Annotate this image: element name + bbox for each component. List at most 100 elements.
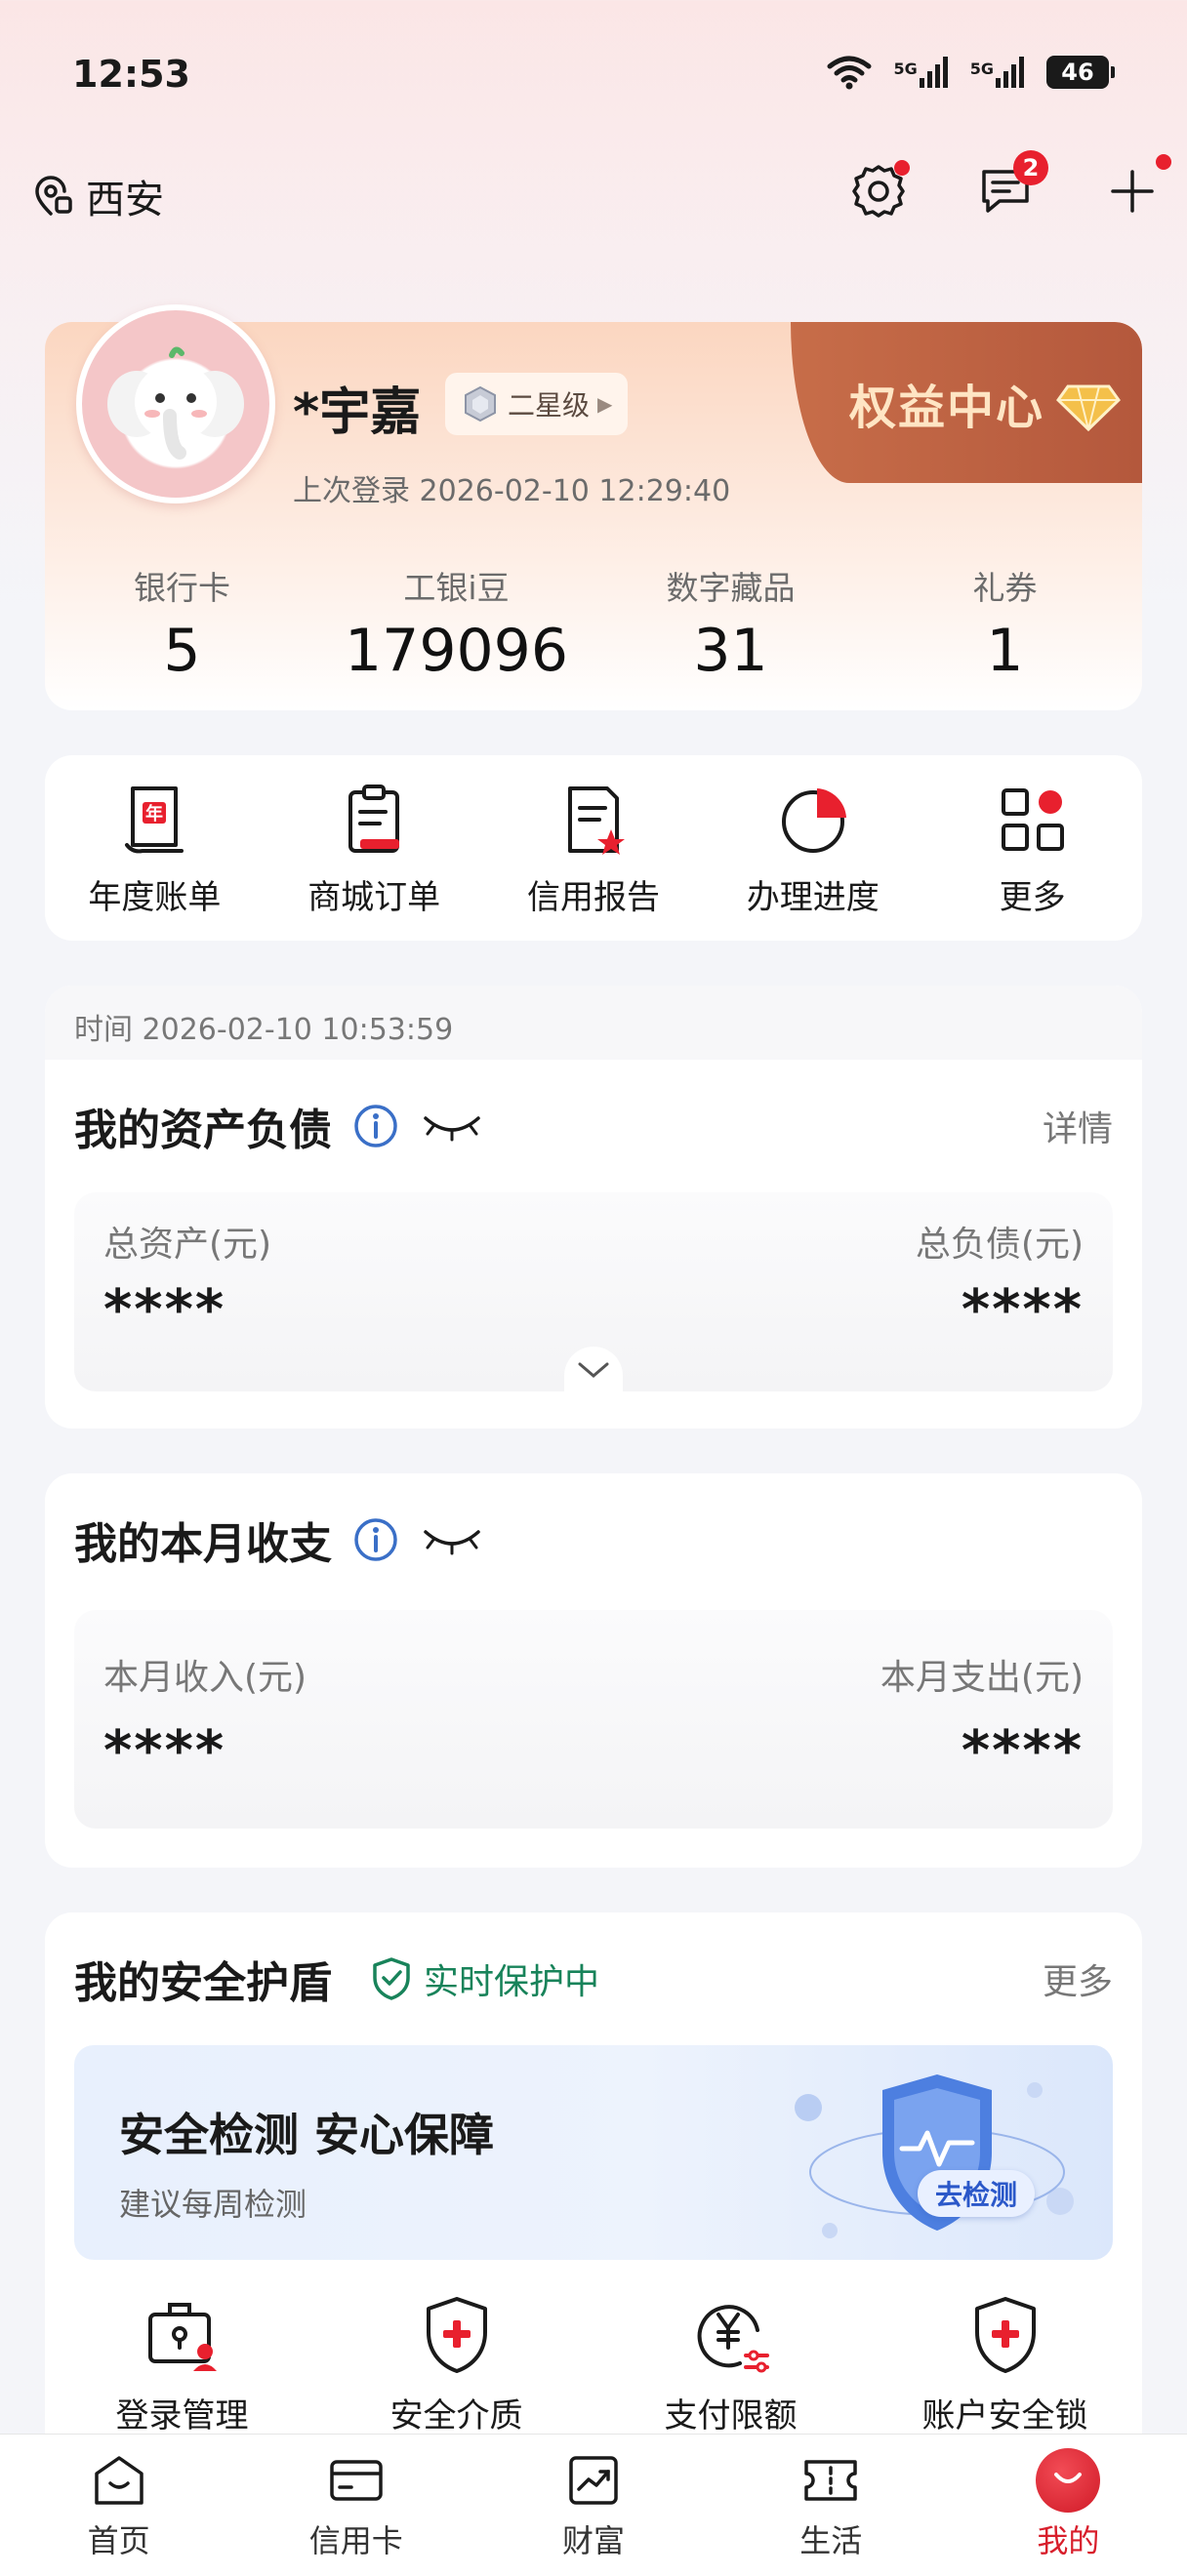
credit-report-icon (567, 786, 625, 855)
payment-limit-icon (697, 2305, 769, 2373)
mall-order-icon (348, 785, 400, 853)
security-tool-label: 支付限额 (664, 2396, 798, 2435)
quick-action-label: 信用报告 (526, 878, 660, 917)
total-liabilities-value: **** (961, 1278, 1084, 1342)
stat-value: 5 (163, 617, 201, 685)
security-check-banner[interactable]: 安全检测 安心保障 建议每周检测 去检测 (74, 2045, 1113, 2260)
shield-check-icon (373, 1957, 410, 2000)
security-tool-payment-limit[interactable]: 支付限额 (594, 2291, 868, 2436)
security-tool-label: 登录管理 (115, 2396, 249, 2435)
add-dot (1156, 154, 1171, 170)
income-value: **** (103, 1719, 226, 1783)
total-assets-label: 总资产(元) (103, 1225, 272, 1265)
stat-ibeans[interactable]: 工银i豆 179096 (319, 562, 594, 685)
stat-label: 数字藏品 (666, 569, 796, 607)
nav-home[interactable]: 首页 (0, 2448, 237, 2576)
assets-detail-link[interactable]: 详情 (1043, 1101, 1113, 1151)
messages-badge: 2 (1013, 150, 1048, 185)
security-header: 我的安全护盾 实时保护中 更多 (74, 1948, 1113, 2010)
login-management-icon (147, 2303, 217, 2371)
stat-label: 银行卡 (134, 569, 230, 607)
quick-action-more[interactable]: 更多 (922, 781, 1142, 941)
expense-label: 本月支出(元) (880, 1658, 1084, 1698)
banner-subtitle: 建议每周检测 (119, 2186, 307, 2223)
quick-actions: 年 年度账单 商城订单 信用报告 办理进度 更多 (45, 755, 1142, 941)
rights-center-label: 权益中心 (849, 380, 1045, 435)
monthly-income-card: 我的本月收支 本月收入(元) **** 本月支出(元) **** (45, 1473, 1142, 1868)
status-time: 12:53 (72, 53, 190, 96)
assets-title-row: 我的资产负债 (74, 1095, 484, 1157)
quick-action-annual-bill[interactable]: 年 年度账单 (45, 781, 265, 941)
security-tool-login-management[interactable]: 登录管理 (45, 2291, 319, 2436)
level-hexagon-icon (465, 385, 496, 423)
banner-title: 安全检测 安心保障 (119, 2109, 495, 2161)
wifi-icon (827, 56, 872, 90)
security-tool-label: 安全介质 (389, 2396, 523, 2435)
assets-title: 我的资产负债 (74, 1106, 332, 1155)
protect-status-label: 实时保护中 (424, 1962, 600, 2002)
avatar[interactable] (76, 304, 275, 503)
settings-button[interactable] (843, 156, 914, 226)
chevron-down-icon (578, 1362, 609, 1378)
bottom-nav: 首页 信用卡 财富 生活 我的 (0, 2434, 1187, 2576)
security-medium-icon (426, 2297, 487, 2373)
security-more-link[interactable]: 更多 (1043, 1953, 1113, 2004)
quick-action-label: 年度账单 (88, 878, 222, 917)
income-title: 我的本月收支 (74, 1519, 332, 1569)
battery-icon: 46 (1046, 56, 1115, 89)
nav-life[interactable]: 生活 (713, 2448, 950, 2576)
progress-icon (781, 788, 846, 853)
wealth-icon (569, 2456, 618, 2505)
security-tool-label: 账户安全锁 (921, 2396, 1088, 2435)
location-selector[interactable]: 西安 (31, 168, 164, 224)
stat-label: 礼券 (972, 569, 1038, 607)
messages-button[interactable]: 2 (970, 150, 1048, 226)
rights-center-banner[interactable]: 权益中心 (791, 322, 1142, 483)
total-liabilities-label: 总负债(元) (915, 1225, 1084, 1265)
quick-action-credit-report[interactable]: 信用报告 (484, 781, 704, 941)
info-icon[interactable] (353, 1104, 398, 1148)
info-icon[interactable] (353, 1517, 398, 1562)
security-tool-account-lock[interactable]: 账户安全锁 (868, 2291, 1142, 2436)
security-title: 我的安全护盾 (74, 1958, 332, 2008)
nav-wealth[interactable]: 财富 (474, 2448, 712, 2576)
add-button[interactable] (1097, 154, 1171, 226)
stat-value: 31 (693, 617, 768, 685)
nav-label: 首页 (87, 2522, 150, 2559)
detect-button[interactable]: 去检测 (917, 2170, 1035, 2217)
nav-label: 生活 (799, 2522, 863, 2559)
quick-action-mall-order[interactable]: 商城订单 (265, 781, 484, 941)
eye-closed-icon[interactable] (420, 1107, 484, 1146)
nav-mine[interactable]: 我的 (950, 2448, 1187, 2576)
last-login: 上次登录 2026-02-10 12:29:40 (293, 474, 731, 508)
chevron-right-icon: ▶ (597, 392, 613, 416)
stat-coupons[interactable]: 礼券 1 (868, 562, 1142, 685)
settings-dot (894, 160, 910, 176)
income-panel: 本月收入(元) **** 本月支出(元) **** (74, 1610, 1113, 1829)
assets-header: 我的资产负债 详情 (74, 1095, 1113, 1157)
header-actions: 2 (843, 150, 1171, 226)
expense-value: **** (961, 1719, 1084, 1783)
signal-1-icon: 5G (893, 57, 948, 88)
quick-action-progress[interactable]: 办理进度 (703, 781, 922, 941)
stat-bank-cards[interactable]: 银行卡 5 (45, 562, 319, 685)
income-label: 本月收入(元) (103, 1658, 307, 1698)
annual-bill-icon: 年 (125, 786, 184, 854)
nav-credit-card[interactable]: 信用卡 (237, 2448, 474, 2576)
level-badge[interactable]: 二星级 ▶ (445, 373, 629, 435)
account-lock-icon (974, 2297, 1036, 2373)
protect-status: 实时保护中 (371, 1953, 599, 2004)
quick-action-label: 更多 (999, 878, 1066, 917)
profile-stats: 银行卡 5 工银i豆 179096 数字藏品 31 礼券 1 (45, 562, 1142, 685)
quick-action-label: 办理进度 (746, 878, 880, 917)
svg-text:年: 年 (145, 803, 163, 825)
assets-time: 时间 2026-02-10 10:53:59 (45, 986, 1142, 1060)
security-shield-illustration-icon (795, 2074, 1074, 2238)
plus-icon (1111, 170, 1154, 213)
credit-card-icon (330, 2460, 383, 2501)
security-tool-security-medium[interactable]: 安全介质 (319, 2291, 594, 2436)
eye-closed-icon[interactable] (420, 1520, 484, 1559)
nav-label: 我的 (1037, 2522, 1100, 2559)
security-tools: 登录管理 安全介质 支付限额 账户安全锁 (45, 2291, 1142, 2436)
stat-digital-collections[interactable]: 数字藏品 31 (594, 562, 868, 685)
